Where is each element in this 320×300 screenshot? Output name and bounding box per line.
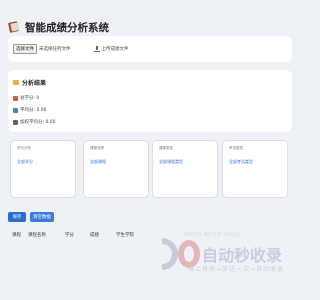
trophy-icon	[13, 119, 18, 125]
panel-course-scores: 课程成绩 全部课程	[83, 140, 149, 198]
stats-title-row: 分析结果	[13, 78, 287, 87]
panel-course-type: 课程类型 全部课程类型	[152, 140, 218, 198]
panel-filter-link[interactable]: 全部课程类型	[159, 159, 211, 165]
chart-icon	[13, 107, 18, 113]
stat-weighted: 加权平均分: 0.00	[13, 119, 287, 125]
watermark: 课程性质 课程名称 考试类型 自动秒收录 做上排名→来访一次→自动收录	[160, 232, 300, 300]
page-title: 智能成绩分析系统	[25, 21, 109, 34]
column-header: 成绩	[90, 233, 99, 238]
panel-credit-distribution: 学分分布 全部学分	[10, 140, 76, 198]
medal-icon	[13, 95, 18, 101]
column-header: 课程	[12, 233, 21, 238]
stat-total: 总学分: 0	[13, 95, 287, 101]
panel-filter-link[interactable]: 全部考试类型	[229, 159, 281, 165]
choose-file-button[interactable]: 选择文件	[13, 44, 37, 54]
stats-title: 分析结果	[22, 80, 47, 87]
panel-label: 课程成绩	[90, 146, 104, 150]
panel-label: 课程类型	[159, 146, 173, 150]
file-status-text: 未选择任何文件	[39, 47, 71, 52]
panel-filter-link[interactable]: 全部课程	[90, 159, 142, 165]
column-header: 学分	[65, 233, 74, 238]
save-button[interactable]: 保存	[8, 212, 26, 222]
panel-filter-link[interactable]: 全部学分	[17, 159, 69, 165]
upload-card: 选择文件 未选择任何文件 上传成绩文件	[8, 36, 292, 62]
upload-button[interactable]: 上传成绩文件	[93, 46, 129, 52]
upload-icon	[93, 46, 100, 52]
upload-label: 上传成绩文件	[101, 47, 129, 52]
stats-card: 分析结果 总学分: 0 平均分: 0.00 加权平均分: 0.00	[8, 70, 292, 132]
panel-label: 考试类型	[229, 146, 243, 150]
column-header: 课程名称	[28, 233, 46, 238]
watermark-subtext: 做上排名→来访一次→自动收录	[188, 266, 285, 273]
gpa-label: 加权平均分: 0.00	[20, 120, 56, 125]
total-label: 总学分: 0	[20, 96, 40, 101]
clear-data-button[interactable]: 清空数据	[30, 212, 54, 222]
panel-label: 学分分布	[17, 146, 31, 150]
books-icon	[8, 21, 20, 33]
stat-average: 平均分: 0.00	[13, 107, 287, 113]
avg-label: 平均分: 0.00	[20, 108, 47, 113]
column-header: 学生学院	[116, 233, 134, 238]
watermark-text: 自动秒收录	[202, 246, 283, 265]
panel-exam-type: 考试类型 全部考试类型	[222, 140, 288, 198]
folder-icon	[13, 80, 19, 85]
